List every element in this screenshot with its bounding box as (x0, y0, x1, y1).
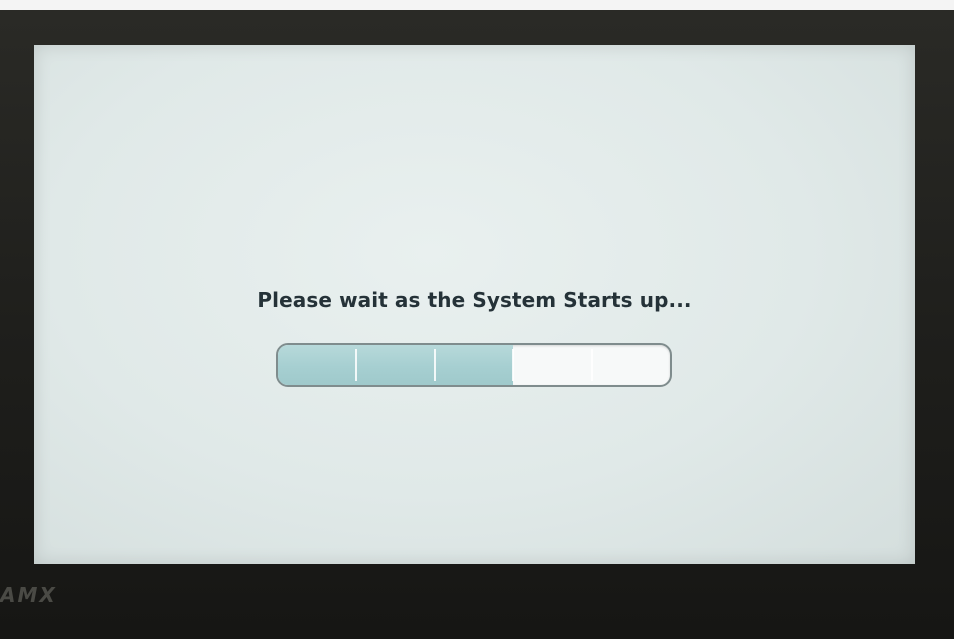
touch-screen: Please wait as the System Starts up... (34, 45, 915, 564)
startup-message: Please wait as the System Starts up... (257, 288, 692, 312)
brand-logo: AMX (0, 583, 57, 607)
device-bezel: Please wait as the System Starts up... (0, 10, 954, 639)
progress-segment-divider (355, 349, 358, 381)
startup-progress-bar (276, 343, 672, 387)
progress-segment-divider (590, 349, 593, 381)
progress-fill (278, 345, 514, 385)
progress-segment-divider (512, 349, 515, 381)
progress-segment-divider (433, 349, 436, 381)
